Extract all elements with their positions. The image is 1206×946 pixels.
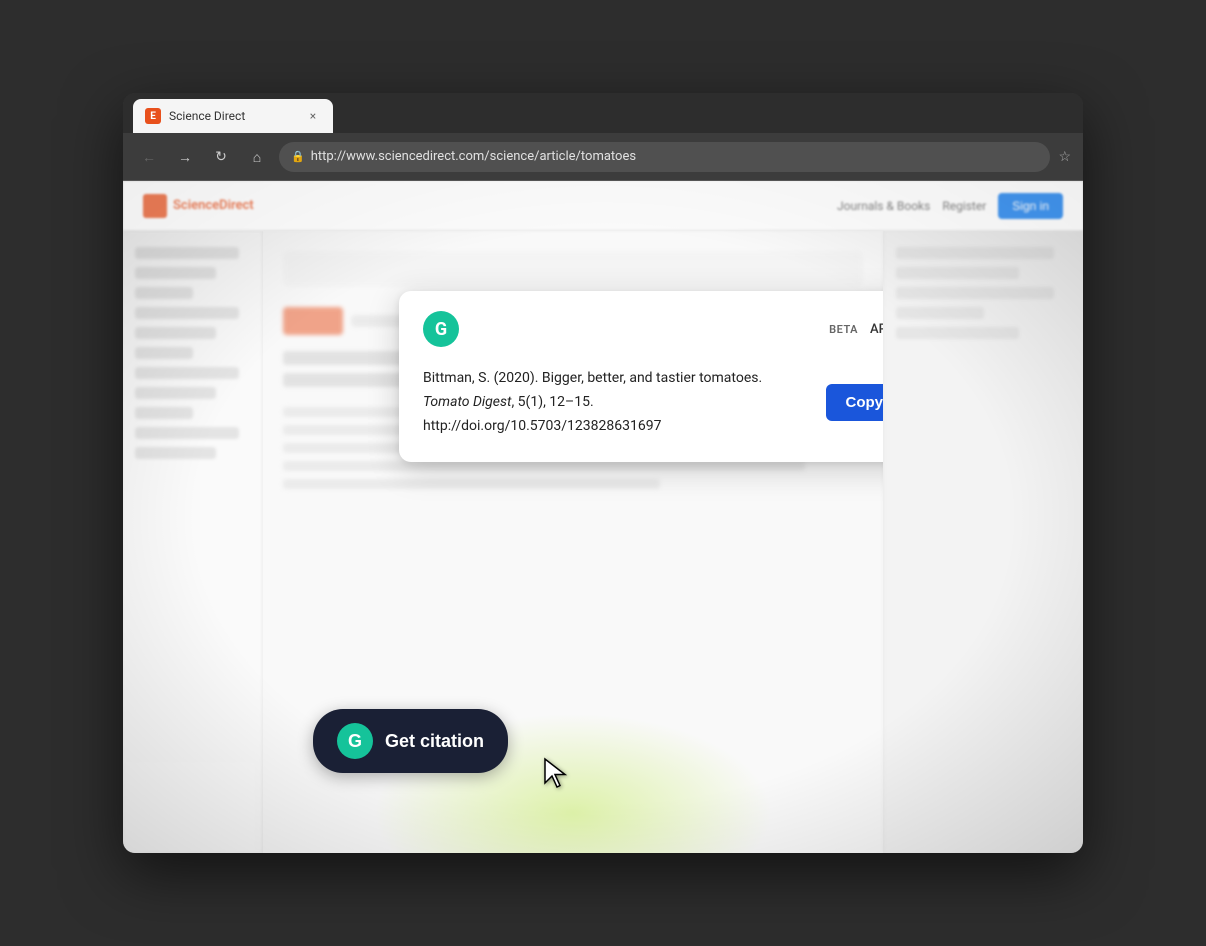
reload-button[interactable]: ↻ <box>207 143 235 171</box>
sidebar-item <box>135 407 193 419</box>
citation-text: Bittman, S. (2020). Bigger, better, and … <box>423 367 810 438</box>
home-button[interactable]: ⌂ <box>243 143 271 171</box>
sidebar-item <box>135 287 193 299</box>
tab-close-button[interactable]: × <box>305 108 321 124</box>
sidebar-item <box>135 367 239 379</box>
sd-journals-link[interactable]: Journals & Books <box>837 199 930 213</box>
sd-logo-text: ScienceDirect <box>173 198 254 213</box>
sign-in-button[interactable]: Sign in <box>998 193 1063 219</box>
sidebar-item <box>135 347 193 359</box>
content-line <box>283 479 660 489</box>
popup-actions: Copy ··· <box>826 384 883 421</box>
lock-icon: 🔒 <box>291 150 305 163</box>
sidebar-item <box>135 387 216 399</box>
citation-plain: Bittman, S. (2020). Bigger, better, and … <box>423 370 762 386</box>
sd-logo: ScienceDirect <box>143 194 254 218</box>
back-button[interactable]: ← <box>135 143 163 171</box>
citation-italic: Tomato Digest <box>423 394 511 410</box>
tab-bar: E Science Direct × <box>123 93 1083 133</box>
right-item <box>896 327 1019 339</box>
citation-text2: , 5(1), 12–15. <box>511 394 593 410</box>
right-item <box>896 247 1054 259</box>
beta-badge: BETA <box>829 323 858 336</box>
cursor <box>543 757 571 793</box>
content-line <box>283 461 805 471</box>
url-bar[interactable]: 🔒 http://www.sciencedirect.com/science/a… <box>279 142 1050 172</box>
main-content: G BETA APA · Article ▾ Bittman, S <box>263 231 883 853</box>
sidebar-item <box>135 447 216 459</box>
sd-logo-icon <box>143 194 167 218</box>
get-citation-button[interactable]: G Get citation <box>313 709 508 773</box>
sciencedirect-header: ScienceDirect Journals & Books Register … <box>123 181 1083 231</box>
sidebar-item <box>135 307 239 319</box>
citation-url: http://doi.org/10.5703/123828631697 <box>423 418 661 434</box>
citation-format-selector[interactable]: APA · Article ▾ <box>870 322 883 337</box>
sidebar-item <box>135 427 239 439</box>
grammarly-citation-popup: G BETA APA · Article ▾ Bittman, S <box>399 291 883 462</box>
sidebar <box>123 231 263 853</box>
citation-content: Bittman, S. (2020). Bigger, better, and … <box>423 367 810 438</box>
action-row: Copy ··· <box>826 384 883 421</box>
tab-favicon: E <box>145 108 161 124</box>
forward-button[interactable]: → <box>171 143 199 171</box>
format-label: APA · Article <box>870 322 883 337</box>
sd-nav-right: Journals & Books Register Sign in <box>837 193 1063 219</box>
right-panel <box>883 231 1083 853</box>
sidebar-item <box>135 267 216 279</box>
address-bar: ← → ↻ ⌂ 🔒 http://www.sciencedirect.com/s… <box>123 133 1083 181</box>
active-tab[interactable]: E Science Direct × <box>133 99 333 133</box>
sidebar-item <box>135 327 216 339</box>
copy-button[interactable]: Copy <box>826 384 883 421</box>
tab-title: Science Direct <box>169 109 297 123</box>
get-citation-logo: G <box>337 723 373 759</box>
right-item <box>896 287 1054 299</box>
right-item <box>896 307 984 319</box>
popup-body: Bittman, S. (2020). Bigger, better, and … <box>423 367 883 438</box>
popup-header: G BETA APA · Article ▾ <box>423 311 883 347</box>
right-item <box>896 267 1019 279</box>
access-badge <box>283 307 343 335</box>
sidebar-item <box>135 247 239 259</box>
get-citation-label: Get citation <box>385 731 484 752</box>
browser-window: E Science Direct × ← → ↻ ⌂ 🔒 http://www.… <box>123 93 1083 853</box>
sd-register-link[interactable]: Register <box>942 199 986 213</box>
page-content: ScienceDirect Journals & Books Register … <box>123 181 1083 853</box>
grammarly-logo: G <box>423 311 459 347</box>
bookmark-icon[interactable]: ☆ <box>1058 149 1071 165</box>
article-area: G BETA APA · Article ▾ Bittman, S <box>123 231 1083 853</box>
url-text: http://www.sciencedirect.com/science/art… <box>311 149 1039 164</box>
article-header-bar <box>283 251 863 287</box>
citation-panel: G BETA APA · Article ▾ Bittman, S <box>399 291 883 462</box>
